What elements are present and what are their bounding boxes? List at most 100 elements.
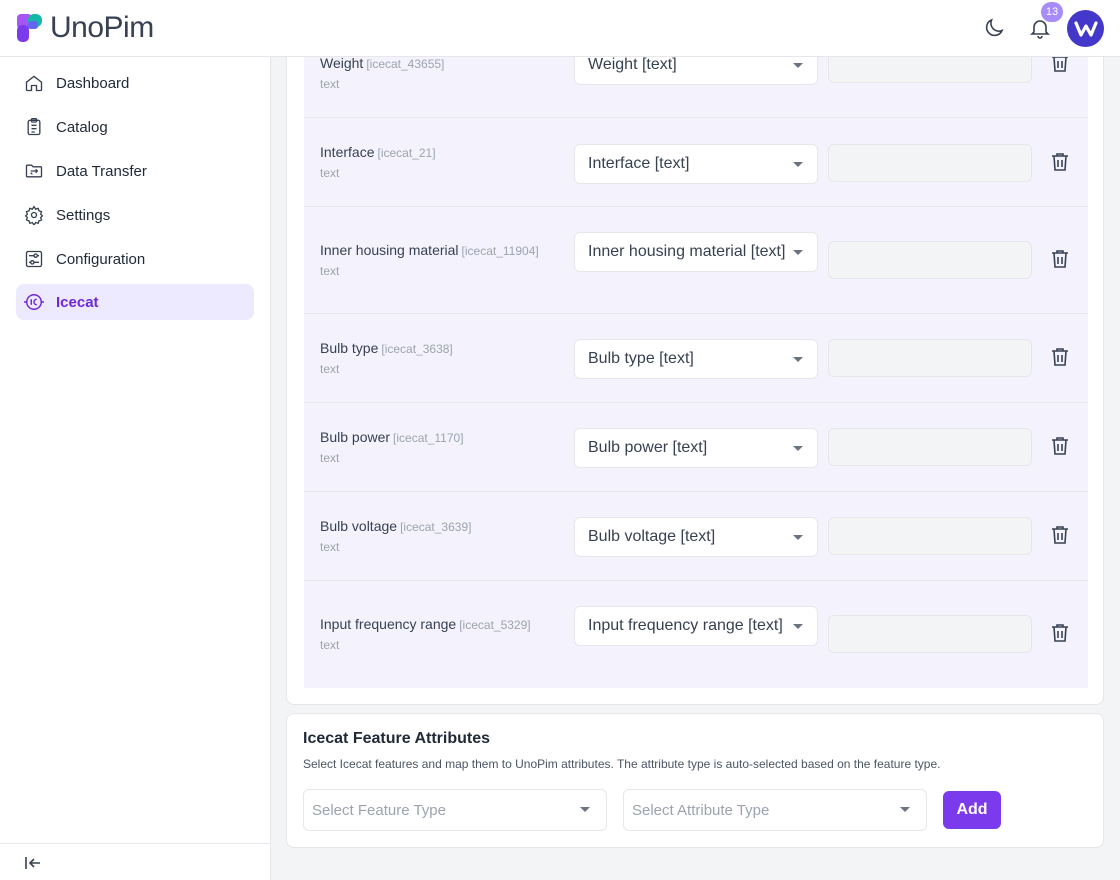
feature-type: text [320, 638, 340, 652]
icecat-icon [22, 290, 46, 314]
value-input[interactable] [828, 339, 1032, 377]
mapping-row: Interface [icecat_21] text Interface [tex… [304, 118, 1088, 207]
attribute-select[interactable]: Input frequency range [text] [574, 606, 818, 646]
mapping-row: Bulb voltage [icecat_3639] text Bulb volt… [304, 492, 1088, 581]
value-input[interactable] [828, 144, 1032, 182]
feature-type-placeholder: Select Feature Type [312, 802, 446, 819]
feature-code: [icecat_21] [377, 146, 436, 160]
gear-icon [22, 203, 46, 227]
sidebar-item-label: Settings [56, 206, 111, 224]
sidebar-item-label: Icecat [56, 293, 99, 311]
feature-type: text [320, 166, 340, 180]
attribute-mapping-card: Weight [icecat_43655] text Weight [text] … [286, 40, 1104, 705]
feature-name: Bulb power [320, 429, 391, 445]
feature-name: Inner housing material [320, 242, 459, 258]
chevron-down-icon [793, 535, 803, 540]
feature-type: text [320, 540, 340, 554]
selected-attribute: Bulb voltage [text] [588, 528, 716, 545]
attribute-select[interactable]: Interface [text] [574, 144, 818, 184]
trash-icon[interactable] [1048, 434, 1072, 458]
selected-attribute: Weight [text] [588, 56, 677, 73]
sidebar-item-label: Configuration [56, 250, 146, 268]
feature-name: Input frequency range [320, 616, 457, 632]
attribute-select[interactable]: Inner housing material [text] [574, 232, 818, 272]
sidebar-item-label: Catalog [56, 118, 108, 136]
dark-mode-moon-icon[interactable] [982, 16, 1006, 40]
selected-attribute: Bulb power [text] [588, 439, 708, 456]
selected-attribute: Bulb type [text] [588, 350, 694, 367]
attribute-type-placeholder: Select Attribute Type [632, 802, 770, 819]
attribute-type-select[interactable]: Select Attribute Type [623, 789, 927, 831]
feature-type: text [320, 362, 340, 376]
sidebar-item-settings[interactable]: Settings [16, 197, 254, 233]
mapping-row: Bulb type [icecat_3638] text Bulb type [t… [304, 314, 1088, 403]
chevron-down-icon [580, 807, 590, 812]
feature-name: Interface [320, 144, 375, 160]
sidebar: Dashboard Catalog Data Transfer Settings… [0, 57, 271, 880]
chevron-down-icon [793, 250, 803, 255]
add-button[interactable]: Add [943, 791, 1001, 829]
feature-type-select[interactable]: Select Feature Type [303, 789, 607, 831]
feature-code: [icecat_43655] [366, 57, 445, 71]
chevron-down-icon [793, 162, 803, 167]
feature-attributes-card: Icecat Feature Attributes Select Icecat … [286, 713, 1104, 848]
attribute-select[interactable]: Bulb type [text] [574, 339, 818, 379]
unopim-logo-icon [17, 14, 42, 42]
app-name: UnoPim [50, 11, 154, 44]
value-input[interactable] [828, 241, 1032, 279]
collapse-sidebar-icon[interactable] [24, 854, 42, 872]
sidebar-item-label: Dashboard [56, 74, 130, 92]
mapping-rows: Weight [icecat_43655] text Weight [text] … [304, 41, 1088, 688]
value-input[interactable] [828, 517, 1032, 555]
sidebar-item-icecat[interactable]: Icecat [16, 284, 254, 320]
chevron-down-icon [793, 446, 803, 451]
top-header: UnoPim 13 [0, 0, 1120, 57]
chevron-down-icon [793, 357, 803, 362]
value-input[interactable] [828, 615, 1032, 653]
trash-icon[interactable] [1048, 621, 1072, 645]
user-avatar[interactable] [1067, 10, 1104, 47]
mapping-row: Input frequency range [icecat_5329] text … [304, 581, 1088, 688]
sidebar-footer [0, 843, 270, 880]
feature-type: text [320, 77, 340, 91]
trash-icon[interactable] [1048, 150, 1072, 174]
app-logo[interactable]: UnoPim [16, 13, 154, 43]
selected-attribute: Interface [text] [588, 155, 690, 172]
feature-name: Bulb voltage [320, 518, 398, 534]
section-description: Select Icecat features and map them to U… [303, 757, 941, 771]
avatar-w-icon [1073, 20, 1098, 37]
folder-transfer-icon [22, 159, 46, 183]
section-title: Icecat Feature Attributes [303, 730, 491, 747]
trash-icon[interactable] [1048, 247, 1072, 271]
feature-code: [icecat_11904] [461, 244, 539, 258]
chevron-down-icon [900, 807, 910, 812]
attribute-select[interactable]: Bulb power [text] [574, 428, 818, 468]
attribute-select[interactable]: Bulb voltage [text] [574, 517, 818, 557]
clipboard-list-icon [22, 115, 46, 139]
sidebar-item-catalog[interactable]: Catalog [16, 109, 254, 145]
selected-attribute: Inner housing material [text] [588, 243, 786, 260]
feature-name: Weight [320, 55, 364, 71]
feature-code: [icecat_3638] [381, 342, 453, 356]
sliders-icon [22, 247, 46, 271]
feature-code: [icecat_3639] [400, 520, 472, 534]
trash-icon[interactable] [1048, 345, 1072, 369]
feature-type: text [320, 451, 340, 465]
mapping-row: Bulb power [icecat_1170] text Bulb power … [304, 403, 1088, 492]
trash-icon[interactable] [1048, 523, 1072, 547]
sidebar-item-configuration[interactable]: Configuration [16, 241, 254, 277]
sidebar-item-dashboard[interactable]: Dashboard [16, 65, 254, 101]
home-icon [22, 71, 46, 95]
sidebar-item-label: Data Transfer [56, 162, 147, 180]
value-input[interactable] [828, 428, 1032, 466]
feature-name: Bulb type [320, 340, 379, 356]
feature-type: text [320, 264, 340, 278]
feature-code: [icecat_1170] [393, 431, 464, 445]
feature-code: [icecat_5329] [459, 618, 531, 632]
mapping-row: Inner housing material [icecat_11904] tex… [304, 207, 1088, 314]
selected-attribute: Input frequency range [text] [588, 617, 783, 634]
chevron-down-icon [793, 63, 803, 68]
notification-count-badge: 13 [1041, 2, 1063, 22]
chevron-down-icon [793, 624, 803, 629]
sidebar-item-data-transfer[interactable]: Data Transfer [16, 153, 254, 189]
